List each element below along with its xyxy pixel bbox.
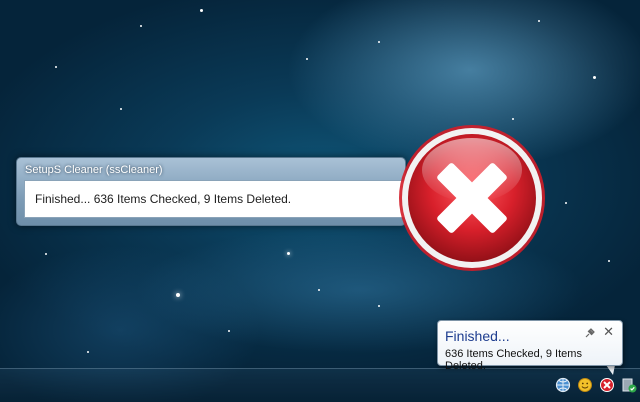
star (378, 41, 380, 43)
star (120, 108, 122, 110)
dialog-title: SetupS Cleaner (ssCleaner) (25, 164, 163, 176)
star (565, 202, 567, 204)
star (538, 20, 540, 22)
star (593, 76, 596, 79)
error-x-icon (399, 125, 545, 271)
star (378, 305, 380, 307)
star (287, 252, 290, 255)
star (608, 260, 610, 262)
system-tray (552, 372, 640, 398)
balloon-title: Finished... (445, 328, 510, 344)
star (140, 25, 142, 27)
star (45, 253, 47, 255)
star (228, 330, 230, 332)
cleaner-error-icon[interactable] (597, 375, 617, 395)
security-check-icon[interactable] (619, 375, 639, 395)
notification-balloon[interactable]: Finished... 636 Items Checked, 9 Items D… (437, 320, 623, 372)
star (306, 58, 308, 60)
pin-icon[interactable] (584, 327, 596, 339)
close-icon[interactable]: ✕ (603, 324, 614, 340)
smiley-icon[interactable] (575, 375, 595, 395)
network-globe-icon[interactable] (553, 375, 573, 395)
dialog-body: Finished... 636 Items Checked, 9 Items D… (24, 180, 405, 218)
balloon-message: 636 Items Checked, 9 Items Deleted. (445, 348, 582, 372)
star (87, 351, 89, 353)
dialog-message: Finished... 636 Items Checked, 9 Items D… (35, 192, 292, 206)
cleaner-dialog[interactable]: SetupS Cleaner (ssCleaner) Finished... 6… (16, 157, 406, 226)
star (176, 293, 180, 297)
taskbar (0, 368, 640, 402)
star (55, 66, 57, 68)
star (512, 118, 514, 120)
star (200, 9, 203, 12)
star (318, 289, 320, 291)
